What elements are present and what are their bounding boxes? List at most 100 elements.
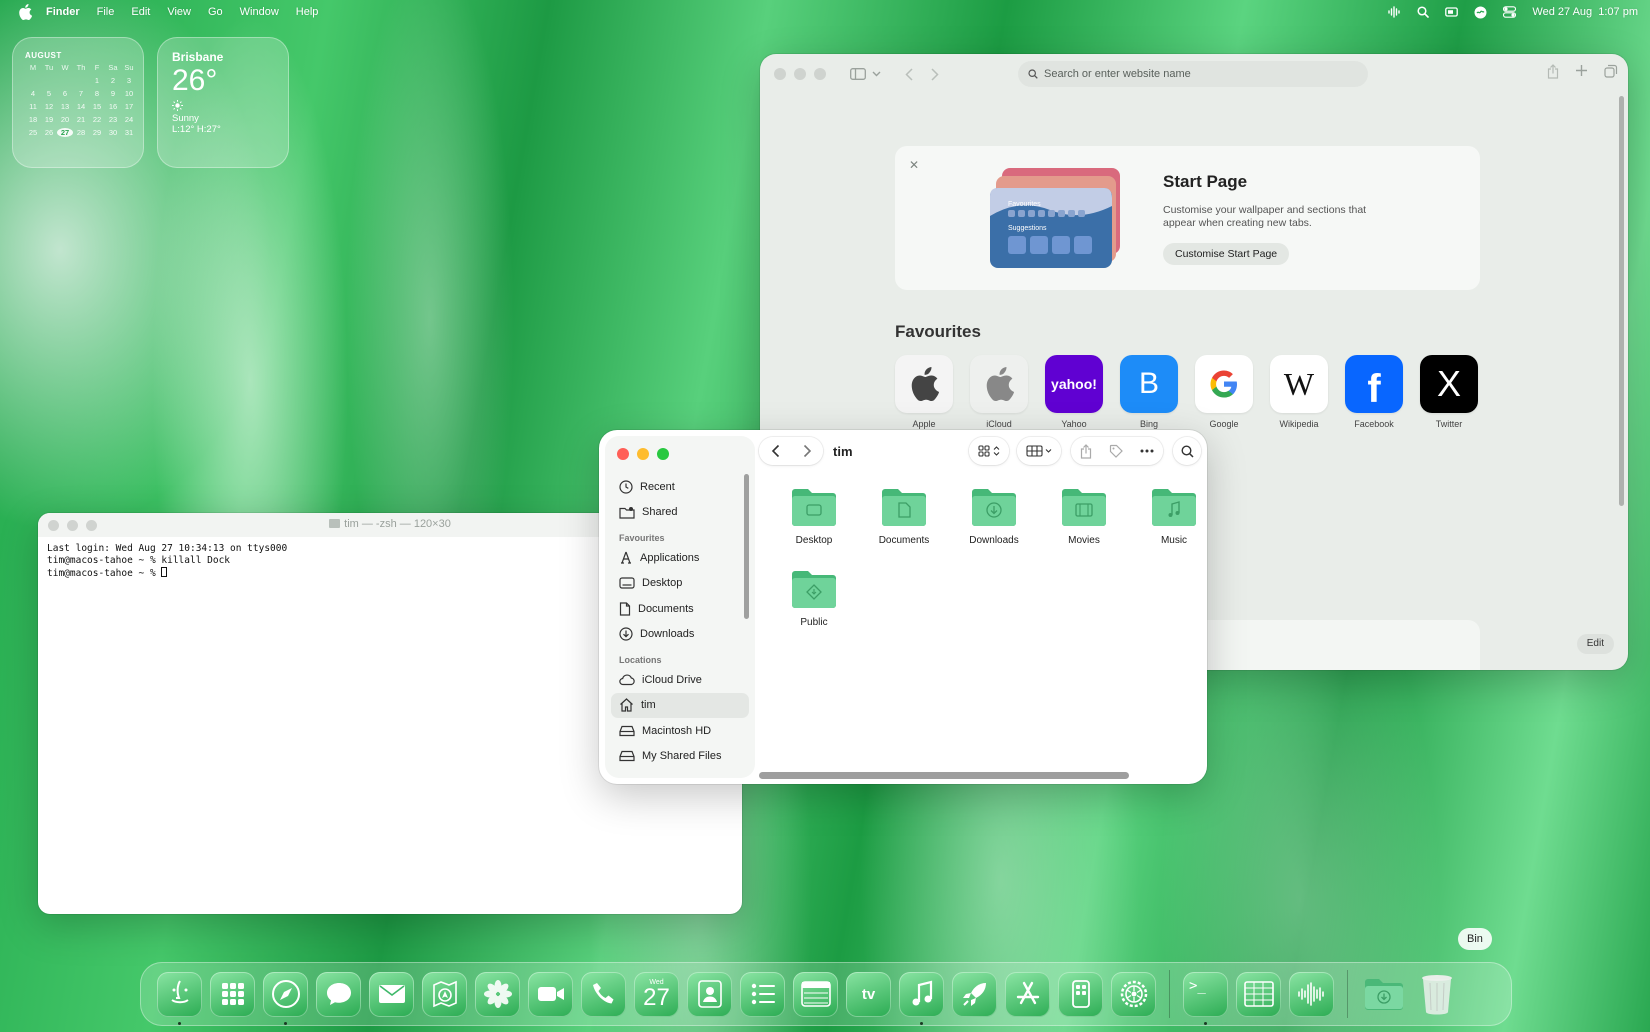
calendar-weekday-header: F <box>94 63 100 72</box>
dock-maps[interactable] <box>422 971 467 1017</box>
dock-app-store[interactable] <box>1005 971 1050 1017</box>
menu-view[interactable]: View <box>167 6 191 18</box>
favourite-google[interactable]: Google <box>1195 355 1253 429</box>
weather-widget[interactable]: Brisbane 26° Sunny L:12° H:27° <box>157 37 289 168</box>
zoom-button[interactable] <box>814 68 826 80</box>
menu-file[interactable]: File <box>97 6 115 18</box>
folder-music[interactable]: Music <box>1129 486 1207 546</box>
tag-icon[interactable] <box>1109 444 1123 458</box>
sidebar-item-recent[interactable]: Recent <box>611 474 749 500</box>
customise-start-page-button[interactable]: Customise Start Page <box>1163 243 1290 265</box>
audio-waveform-icon[interactable] <box>1388 6 1401 18</box>
forward-chevron-icon[interactable] <box>803 444 812 458</box>
dock-voice-memos[interactable] <box>1289 971 1334 1017</box>
dock-contacts[interactable] <box>687 971 732 1017</box>
photos-flower-icon <box>483 980 512 1008</box>
dock-calendar[interactable]: Wed 27 <box>634 971 679 1017</box>
clock-icon <box>619 480 633 494</box>
favourite-apple[interactable]: Apple <box>895 355 953 429</box>
address-bar[interactable]: Search or enter website name <box>1018 61 1368 87</box>
folder-movies[interactable]: Movies <box>1039 486 1129 546</box>
favourite-icloud[interactable]: iCloud <box>970 355 1028 429</box>
dock-photos[interactable] <box>475 971 520 1017</box>
new-tab-icon[interactable] <box>1575 64 1588 77</box>
sidebar-item-icloud-drive[interactable]: iCloud Drive <box>611 667 749 693</box>
dock-phone[interactable] <box>581 971 626 1017</box>
dock-facetime[interactable] <box>528 971 573 1017</box>
siri-icon[interactable] <box>1474 6 1487 19</box>
favourite-bing[interactable]: B Bing <box>1120 355 1178 429</box>
folder-downloads[interactable]: Downloads <box>949 486 1039 546</box>
edit-button[interactable]: Edit <box>1576 634 1614 654</box>
finder-horizontal-scrollbar[interactable] <box>759 772 1129 779</box>
back-chevron-icon[interactable] <box>905 67 913 81</box>
favourite-facebook[interactable]: f Facebook <box>1345 355 1403 429</box>
close-button[interactable] <box>774 68 786 80</box>
menubar-clock[interactable]: Wed 27 Aug 1:07 pm <box>1532 6 1638 18</box>
sidebar-item-macintosh-hd[interactable]: Macintosh HD <box>611 718 749 744</box>
minimize-button[interactable] <box>637 448 649 460</box>
sidebar-item-applications[interactable]: Applications <box>611 545 749 571</box>
group-by-button[interactable] <box>1017 437 1061 465</box>
dock-launchpad[interactable] <box>210 971 255 1017</box>
dock-finder[interactable] <box>157 971 202 1025</box>
minimize-button[interactable] <box>794 68 806 80</box>
menu-edit[interactable]: Edit <box>131 6 150 18</box>
menu-window[interactable]: Window <box>240 6 279 18</box>
favourite-label: Yahoo <box>1061 419 1087 429</box>
spotlight-search-icon[interactable] <box>1417 6 1430 18</box>
favourite-yahoo[interactable]: yahoo! Yahoo <box>1045 355 1103 429</box>
finder-search-button[interactable] <box>1173 437 1201 465</box>
forward-chevron-icon[interactable] <box>931 67 939 81</box>
back-chevron-icon[interactable] <box>771 444 780 458</box>
envelope-icon <box>378 985 405 1003</box>
dock-system-settings[interactable] <box>1111 971 1156 1017</box>
start-page-title: Start Page <box>1163 172 1248 191</box>
folder-desktop[interactable]: Desktop <box>769 486 859 546</box>
menu-help[interactable]: Help <box>296 6 319 18</box>
folder-documents[interactable]: Documents <box>859 486 949 546</box>
sidebar-scrollbar[interactable] <box>744 474 749 619</box>
favourite-wikipedia[interactable]: W Wikipedia <box>1270 355 1328 429</box>
view-mode-button[interactable] <box>969 437 1009 465</box>
dock-apple-tv[interactable]: tv <box>846 971 891 1017</box>
dock-music[interactable] <box>899 971 944 1025</box>
share-icon[interactable] <box>1547 64 1559 79</box>
dock-notes[interactable] <box>793 971 838 1017</box>
apple-menu-icon[interactable] <box>18 4 32 20</box>
share-icon[interactable] <box>1080 443 1092 459</box>
sidebar-toggle-button[interactable] <box>850 68 881 80</box>
dock-rocket[interactable] <box>952 971 997 1017</box>
dock-numbers[interactable] <box>1236 971 1281 1017</box>
screen-mirroring-icon[interactable] <box>1445 6 1459 18</box>
close-icon[interactable]: ✕ <box>909 158 919 172</box>
dock-downloads-stack[interactable] <box>1361 972 1406 1017</box>
sidebar-item-downloads[interactable]: Downloads <box>611 622 749 648</box>
sidebar-item-tim[interactable]: tim <box>611 692 749 718</box>
safari-scrollbar[interactable] <box>1619 96 1624 506</box>
message-bubble-icon <box>326 983 351 1005</box>
sidebar-item-documents[interactable]: Documents <box>611 596 749 622</box>
dock-iphone-mirroring[interactable] <box>1058 971 1103 1017</box>
calendar-widget[interactable]: AUGUST M Tu W Th F Sa Su 1 2 3 4 5 6 7 8 9 10 11 12 13 14 15 1… <box>12 37 144 168</box>
dock-bin[interactable] <box>1414 972 1459 1017</box>
sidebar-item-desktop[interactable]: Desktop <box>611 571 749 597</box>
sidebar-item-my-shared-files[interactable]: My Shared Files <box>611 744 749 770</box>
dock-reminders[interactable] <box>740 971 785 1017</box>
folder-public[interactable]: Public <box>769 568 859 628</box>
tab-overview-icon[interactable] <box>1604 64 1618 78</box>
sidebar-item-shared[interactable]: Shared <box>611 500 749 526</box>
favourite-twitter[interactable]: X Twitter <box>1420 355 1478 429</box>
menu-go[interactable]: Go <box>208 6 223 18</box>
dock-messages[interactable] <box>316 971 361 1017</box>
control-center-icon[interactable] <box>1503 6 1517 18</box>
close-button[interactable] <box>617 448 629 460</box>
start-page-description: Customise your wallpaper and sections th… <box>1163 204 1367 229</box>
zoom-button[interactable] <box>657 448 669 460</box>
dock-safari[interactable] <box>263 971 308 1025</box>
more-options-icon[interactable] <box>1140 449 1154 453</box>
dock-mail[interactable] <box>369 971 414 1017</box>
dock-terminal[interactable]: >_ <box>1183 971 1228 1025</box>
app-menu-finder[interactable]: Finder <box>46 6 80 18</box>
cloud-icon <box>619 674 635 685</box>
